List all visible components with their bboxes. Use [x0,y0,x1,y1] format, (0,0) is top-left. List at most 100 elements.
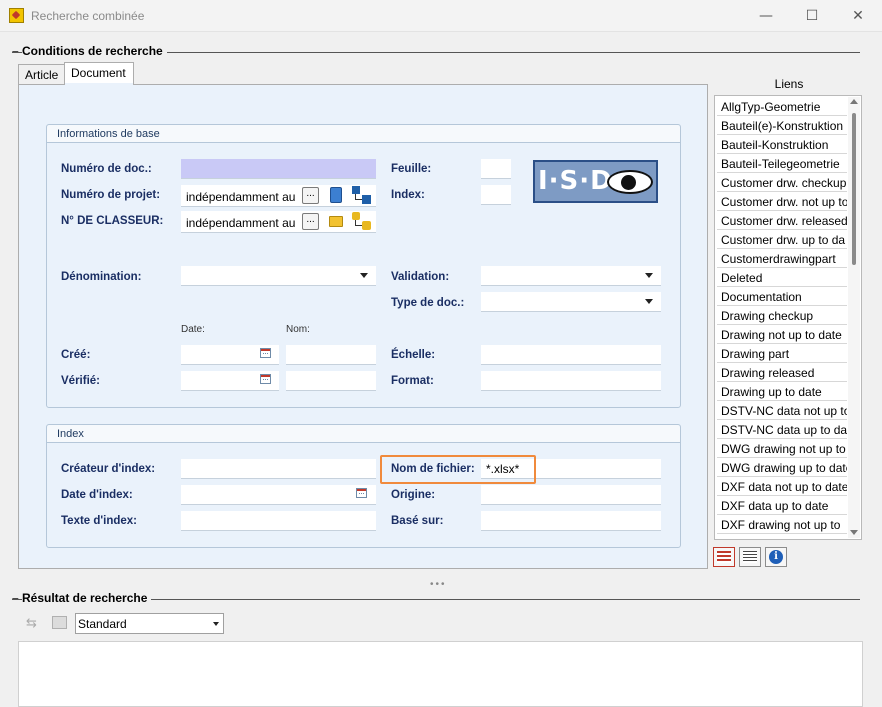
minimize-button[interactable]: — [744,5,788,27]
list-item[interactable]: Bauteil-Konstruktion [717,136,847,154]
based-on-label: Basé sur: [391,515,444,527]
date-column-label: Date: [181,324,205,335]
list-item[interactable]: DSTV-NC data not up to [717,402,847,420]
window-title: Recherche combinée [31,9,145,23]
list-item[interactable]: DXF data not up to date [717,478,847,496]
index-header: Index [47,425,680,443]
base-info-header: Informations de base [47,125,680,143]
list-item[interactable]: DXF drawing not up to [717,516,847,534]
list-item[interactable]: Deleted [717,269,847,287]
binder-label: N° DE CLASSEUR: [61,215,164,227]
list-item[interactable]: Drawing released [717,364,847,382]
list-item[interactable]: Drawing not up to date [717,326,847,344]
project-book-icon[interactable] [330,187,342,203]
liens-scrollbar[interactable] [848,97,860,538]
index-text-label: Texte d'index: [61,515,138,527]
scroll-up-icon[interactable] [850,99,858,104]
calendar-icon[interactable] [260,374,271,384]
swap-icon[interactable]: ⇆ [26,616,42,631]
maximize-button[interactable]: ☐ [790,5,834,27]
isd-logo: I·S·D [533,160,658,203]
list-detail-view-button[interactable] [713,547,735,567]
created-name-input[interactable] [286,345,376,365]
list-item[interactable]: Customer drw. released [717,212,847,230]
list-item[interactable]: DXF data up to date [717,497,847,515]
tab-document[interactable]: Document [64,62,134,85]
doc-type-label: Type de doc.: [391,297,465,309]
list-item[interactable]: Customer drw. up to da [717,231,847,249]
list-item[interactable]: Customerdrawingpart [717,250,847,268]
info-icon: i [769,550,783,564]
collapse-results-button[interactable]: – [12,591,19,605]
index-date-label: Date d'index: [61,489,133,501]
calendar-icon[interactable] [356,488,367,498]
calendar-icon[interactable] [260,348,271,358]
list-item[interactable]: Bauteil-Teilegeometrie [717,155,847,173]
view-select[interactable]: Standard [75,613,224,634]
filename-value[interactable]: *.xlsx* [486,462,519,476]
list-item[interactable]: Bauteil(e)-Konstruktion [717,117,847,135]
splitter-handle[interactable]: ••• [430,579,447,590]
index-creator-input[interactable] [181,459,376,479]
validation-combo[interactable] [481,266,661,286]
index-label: Index: [391,189,425,201]
index-text-input[interactable] [181,511,376,531]
list-item[interactable]: Drawing part [717,345,847,363]
created-label: Créé: [61,349,91,361]
format-input[interactable] [481,371,661,391]
list-item[interactable]: DSTV-NC data up to dat [717,421,847,439]
designation-combo[interactable] [181,266,376,286]
list-icon [717,551,731,563]
collapse-conditions-button[interactable]: – [12,44,19,58]
conditions-heading: Conditions de recherche [22,44,167,58]
based-on-input[interactable] [481,511,661,531]
list-item[interactable]: Customer drw. checkup [717,174,847,192]
index-input[interactable] [481,185,511,205]
list-item[interactable]: Customer drw. not up to [717,193,847,211]
index-date-input[interactable] [181,485,376,505]
chevron-down-icon[interactable] [360,273,368,278]
sheet-input[interactable] [481,159,511,179]
binder-input[interactable]: indépendamment au [181,211,376,233]
project-browse-button[interactable]: ... [302,187,319,204]
project-number-input[interactable]: indépendamment au [181,185,376,207]
origin-input[interactable] [481,485,661,505]
list-item[interactable]: Documentation [717,288,847,306]
chevron-down-icon[interactable] [645,299,653,304]
tab-article[interactable]: Article [18,64,65,85]
binder-browse-button[interactable]: ... [302,213,319,230]
scroll-down-icon[interactable] [850,530,858,535]
list-item[interactable]: Drawing checkup [717,307,847,325]
liens-list[interactable]: AllgTyp-Geometrie Bauteil(e)-Konstruktio… [714,95,862,540]
info-button[interactable]: i [765,547,787,567]
binder-tree-icon[interactable] [352,212,372,231]
designation-label: Dénomination: [61,271,142,283]
verified-name-input[interactable] [286,371,376,391]
verified-label: Vérifié: [61,375,100,387]
eye-icon [607,170,653,194]
close-button[interactable]: ✕ [836,5,880,27]
doc-number-input[interactable] [181,159,376,179]
list-item[interactable]: AllgTyp-Geometrie [717,98,847,116]
image-view-icon[interactable] [52,616,67,629]
name-column-label: Nom: [286,324,310,335]
list-item[interactable]: DWG drawing not up to [717,440,847,458]
results-grid[interactable] [18,641,863,707]
scroll-thumb[interactable] [852,113,856,265]
scale-input[interactable] [481,345,661,365]
list-item[interactable]: Drawing up to date [717,383,847,401]
doc-number-label: Numéro de doc.: [61,163,152,175]
chevron-down-icon[interactable] [213,622,219,626]
list-item[interactable]: DWG drawing up to date [717,459,847,477]
scale-label: Échelle: [391,349,436,361]
view-select-value: Standard [78,617,127,631]
chevron-down-icon[interactable] [645,273,653,278]
grid-icon [743,551,757,563]
folder-icon[interactable] [329,216,343,227]
app-icon [9,8,24,23]
project-tree-icon[interactable] [352,186,372,205]
doc-type-combo[interactable] [481,292,661,312]
filename-label: Nom de fichier: [391,463,475,475]
list-grid-view-button[interactable] [739,547,761,567]
liens-title: Liens [774,77,804,91]
